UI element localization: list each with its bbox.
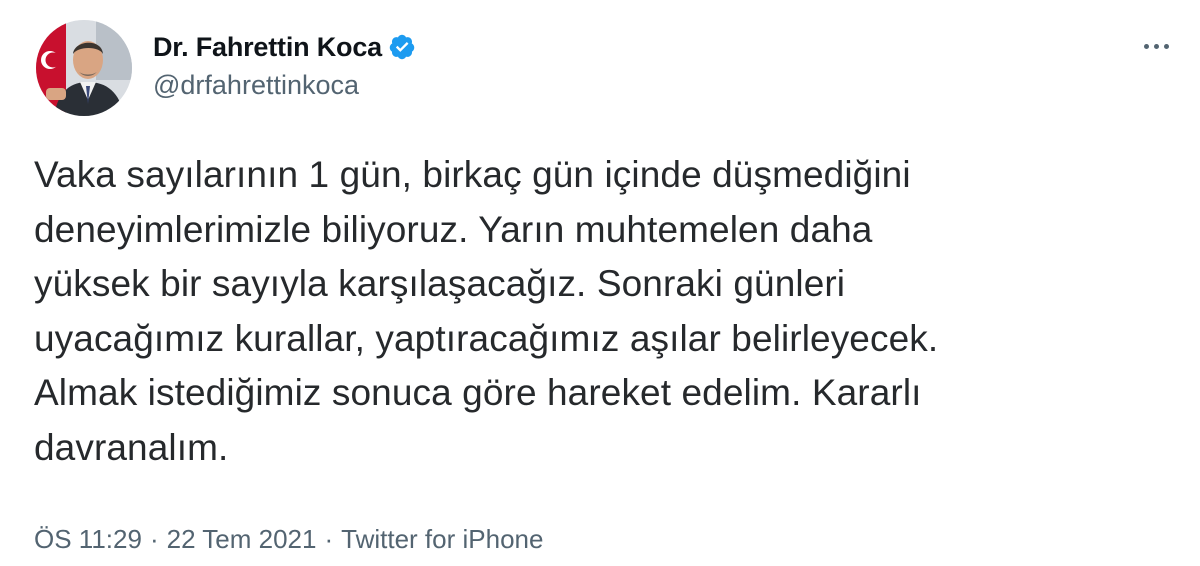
meta-separator: ·	[324, 524, 334, 554]
avatar[interactable]	[36, 20, 132, 116]
more-dot	[1143, 43, 1149, 49]
tweet-time[interactable]: ÖS 11:29	[34, 524, 142, 555]
author-display-name[interactable]: Dr. Fahrettin Koca	[153, 32, 382, 63]
verified-badge-icon	[389, 34, 415, 60]
more-dot	[1163, 43, 1169, 49]
meta-separator: ·	[149, 524, 159, 554]
tweet-date[interactable]: 22 Tem 2021	[167, 524, 317, 555]
author-handle[interactable]: @drfahrettinkoca	[153, 70, 359, 101]
author-name-row: Dr. Fahrettin Koca	[153, 29, 416, 65]
tweet-source[interactable]: Twitter for iPhone	[341, 524, 543, 555]
tweet-text: Vaka sayılarının 1 gün, birkaç gün içind…	[34, 154, 939, 468]
profile-photo	[36, 20, 132, 116]
more-options-icon[interactable]	[1136, 34, 1176, 58]
more-dot	[1153, 43, 1159, 49]
tweet-card: Dr. Fahrettin Koca @drfahrettinkoca Vaka…	[0, 0, 1200, 566]
tweet-meta: ÖS 11:29 · 22 Tem 2021 · Twitter for iPh…	[34, 524, 543, 555]
